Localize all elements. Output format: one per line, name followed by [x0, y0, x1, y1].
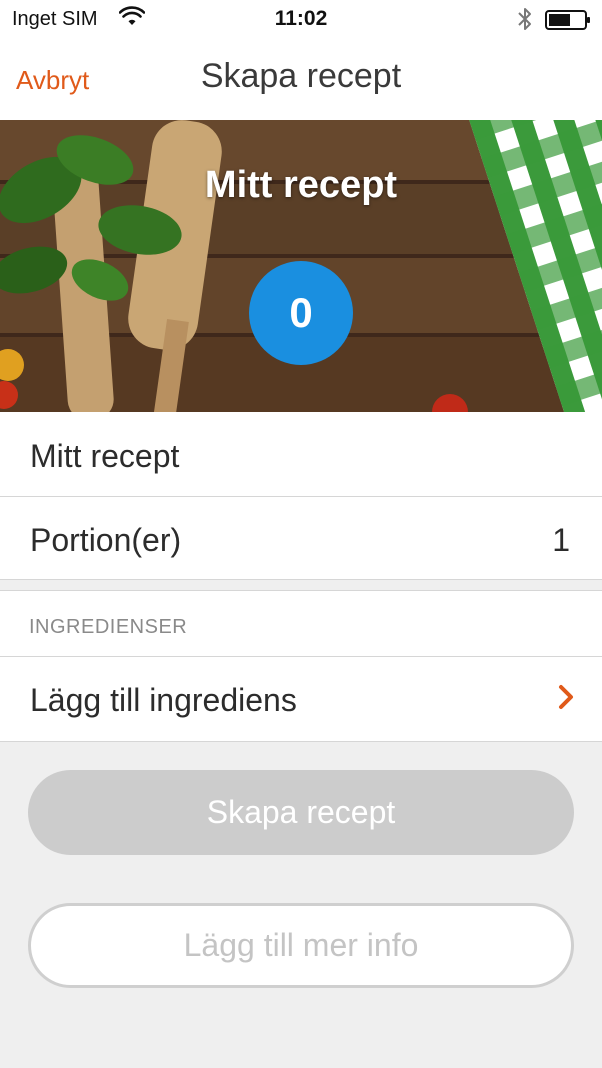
- ingredients-header-label: INGREDIENSER: [29, 616, 188, 638]
- page-title: Skapa recept: [200, 57, 402, 95]
- battery-icon: [545, 10, 591, 35]
- status-time: 11:02: [274, 7, 328, 30]
- add-ingredient-row[interactable]: Lägg till ingrediens: [0, 657, 602, 742]
- hero-title: Mitt recept: [204, 164, 398, 206]
- portions-row[interactable]: Portion(er) 1: [0, 497, 602, 580]
- status-bar: Inget SIM 11:02: [0, 0, 602, 40]
- create-recipe-button[interactable]: Skapa recept: [28, 770, 574, 855]
- recipe-hero-image[interactable]: Mitt recept 0: [0, 120, 602, 412]
- portions-value[interactable]: 1: [552, 522, 570, 559]
- ingredient-count-badge: 0: [249, 261, 353, 365]
- bluetooth-icon: [516, 6, 534, 37]
- add-ingredient-label: Lägg till ingrediens: [30, 682, 297, 718]
- portions-label: Portion(er): [30, 522, 182, 558]
- add-more-info-button[interactable]: Lägg till mer info: [28, 903, 574, 988]
- ingredients-section-header: INGREDIENSER: [0, 590, 602, 657]
- recipe-name-value[interactable]: Mitt recept: [30, 438, 179, 475]
- chevron-right-icon: [558, 684, 574, 718]
- navigation-bar: Avbryt Skapa recept: [0, 40, 602, 120]
- recipe-name-field[interactable]: Mitt recept: [0, 412, 602, 497]
